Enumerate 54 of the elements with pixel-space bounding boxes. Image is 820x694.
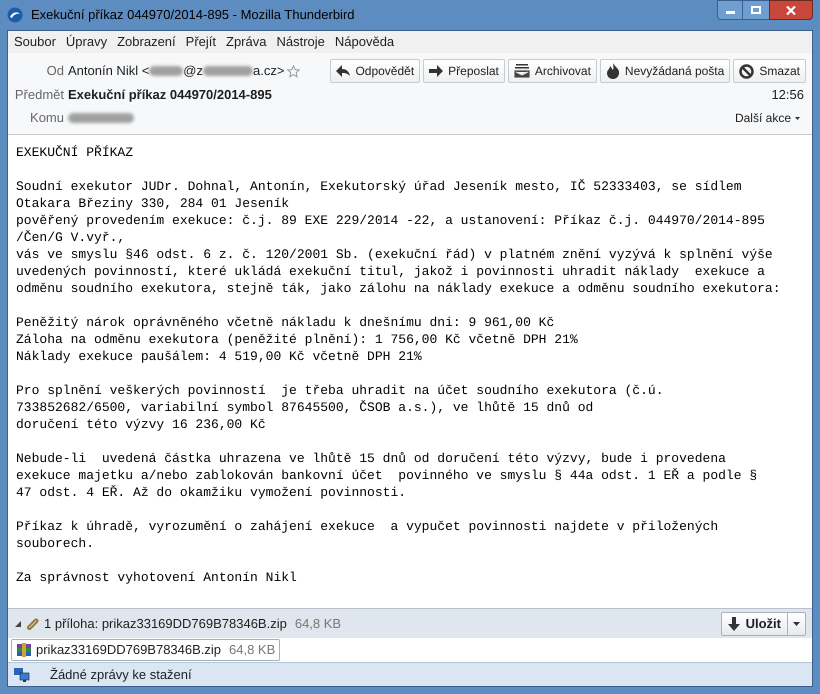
menu-item[interactable]: Nástroje bbox=[276, 32, 325, 52]
sender-domain-start: @z bbox=[183, 62, 203, 80]
attachment-size: 64,8 KB bbox=[294, 614, 342, 633]
menu-item[interactable]: Zpráva bbox=[226, 32, 266, 52]
app-logo-icon bbox=[7, 7, 23, 23]
redacted-blur bbox=[68, 113, 134, 123]
menu-item[interactable]: Zobrazení bbox=[117, 32, 176, 52]
to-label: Komu bbox=[29, 109, 65, 128]
prohibited-icon bbox=[739, 64, 754, 78]
archive-box-icon bbox=[514, 64, 530, 78]
forward-arrow-icon bbox=[429, 65, 444, 77]
message-paragraph: Nebude-li uvedená částka uhrazena ve lhůtě 15 dnů od doručení této výzvy, bude i provedena exekuce majetku a/nebo zablokován bankovní účet povinného ve smyslu § 44a odst. 1 EŘ a podle § 47 odst. 4 EŘ. Až do okamžiku vymožení povinnosti. bbox=[16, 450, 758, 501]
minimize-button[interactable] bbox=[717, 0, 743, 20]
sender-name: Antonín Nikl < bbox=[68, 62, 150, 80]
status-text: Žádné zprávy ke stažení bbox=[50, 666, 192, 684]
menu-item[interactable]: Soubor bbox=[14, 32, 56, 52]
reply-arrow-icon bbox=[336, 65, 350, 77]
time-text: 12:56 bbox=[771, 86, 805, 104]
message-paragraph: Pro splnění veškerých povinností je třeba uhradit na účet soudního exekutora (č.ú. 733852682/6500, variabilní symbol 87645500, ČSOB a.s.), ve lhůtě 15 dnů od doručení této výzvy 16 236,00 Kč bbox=[16, 382, 665, 433]
menu-item[interactable]: Úpravy bbox=[66, 32, 108, 52]
sender-domain-end: a.cz> bbox=[253, 62, 284, 80]
more-actions-button[interactable]: Další akce bbox=[734, 109, 806, 127]
menu-item[interactable]: Přejít bbox=[186, 32, 216, 52]
subject-label: Předmět bbox=[14, 86, 65, 104]
star-icon[interactable] bbox=[287, 64, 300, 78]
toolbar-button[interactable]: Přeposlat bbox=[423, 59, 505, 83]
redacted-blur bbox=[203, 66, 253, 76]
close-button[interactable] bbox=[769, 0, 813, 20]
dropdown-caret-icon bbox=[795, 116, 800, 120]
maximize-button[interactable] bbox=[743, 0, 769, 20]
paperclip-icon bbox=[26, 616, 40, 630]
attachment-item[interactable]: prikaz33169DD769B78346B.zip 64,8 KB bbox=[11, 639, 280, 661]
dropdown-caret-icon bbox=[793, 622, 800, 626]
message-paragraph: Soudní exekutor JUDr. Dohnal, Antonín, Exekutorský úřad Jeseník mesto, IČ 52333403, se sídlem Otakara Březiny 330, 284 01 Jeseník pověřený provedením exekuce: č.j. 89 EXE 229/2014 -22, a ustanovení: Příkaz č.j. 044970/2014-895 /Čen/G V.vyř., vás ve smyslu §46 odst. 6 z. č. 120/2001 Sb. (exekuční řád) v platném znění vyzývá k splnění výše uvedených povinností, které ukládá exekuční titul, jakož i povinnosti uhradit náklady exekuce a odměnu soudního exekutora, stejně ták, jako zálohu na náklady exekuce a odměnu soudního exekutora: bbox=[16, 178, 782, 297]
archive-books-icon bbox=[16, 642, 32, 658]
window-title: Exekuční příkaz 044970/2014-895 - Mozilla Thunderbird bbox=[31, 6, 355, 24]
message-paragraph: Peněžitý nárok oprávněného včetně nákladu k dnešnímu dni: 9 961,00 Kč Záloha na odměnu exekutora (peněžité plnění): 1 756,00 Kč včetně DPH 21% Náklady exekuce paušálem: 4 519,00 Kč včetně DPH 21% bbox=[16, 314, 579, 365]
toolbar-button[interactable]: Odpovědět bbox=[330, 59, 420, 83]
close-icon bbox=[786, 6, 796, 14]
redacted-blur bbox=[149, 66, 184, 76]
flame-icon bbox=[606, 63, 620, 79]
toolbar-button[interactable]: Nevyžádaná pošta bbox=[600, 59, 730, 83]
attachment-summary: 1 příloha: prikaz33169DD769B78346B.zip bbox=[44, 614, 287, 633]
toolbar-button[interactable]: Smazat bbox=[733, 59, 806, 83]
message-paragraph: Příkaz k úhradě, vyrozumění o zahájení exekuce a vypučet povinnosti najdete v přiložených souborech. bbox=[16, 518, 720, 552]
subject-text: Exekuční příkaz 044970/2014-895 bbox=[68, 86, 272, 104]
computers-icon bbox=[14, 668, 30, 682]
message-paragraph: Za správnost vyhotovení Antonín Nikl bbox=[16, 569, 298, 586]
download-arrow-icon bbox=[728, 616, 740, 630]
from-label: Od bbox=[46, 62, 65, 80]
expand-triangle-icon[interactable] bbox=[14, 620, 22, 628]
menu-item[interactable]: Nápověda bbox=[334, 32, 394, 52]
toolbar-button[interactable]: Archivovat bbox=[508, 59, 597, 83]
message-paragraph: EXEKUČNÍ PŘÍKAZ bbox=[16, 144, 134, 161]
